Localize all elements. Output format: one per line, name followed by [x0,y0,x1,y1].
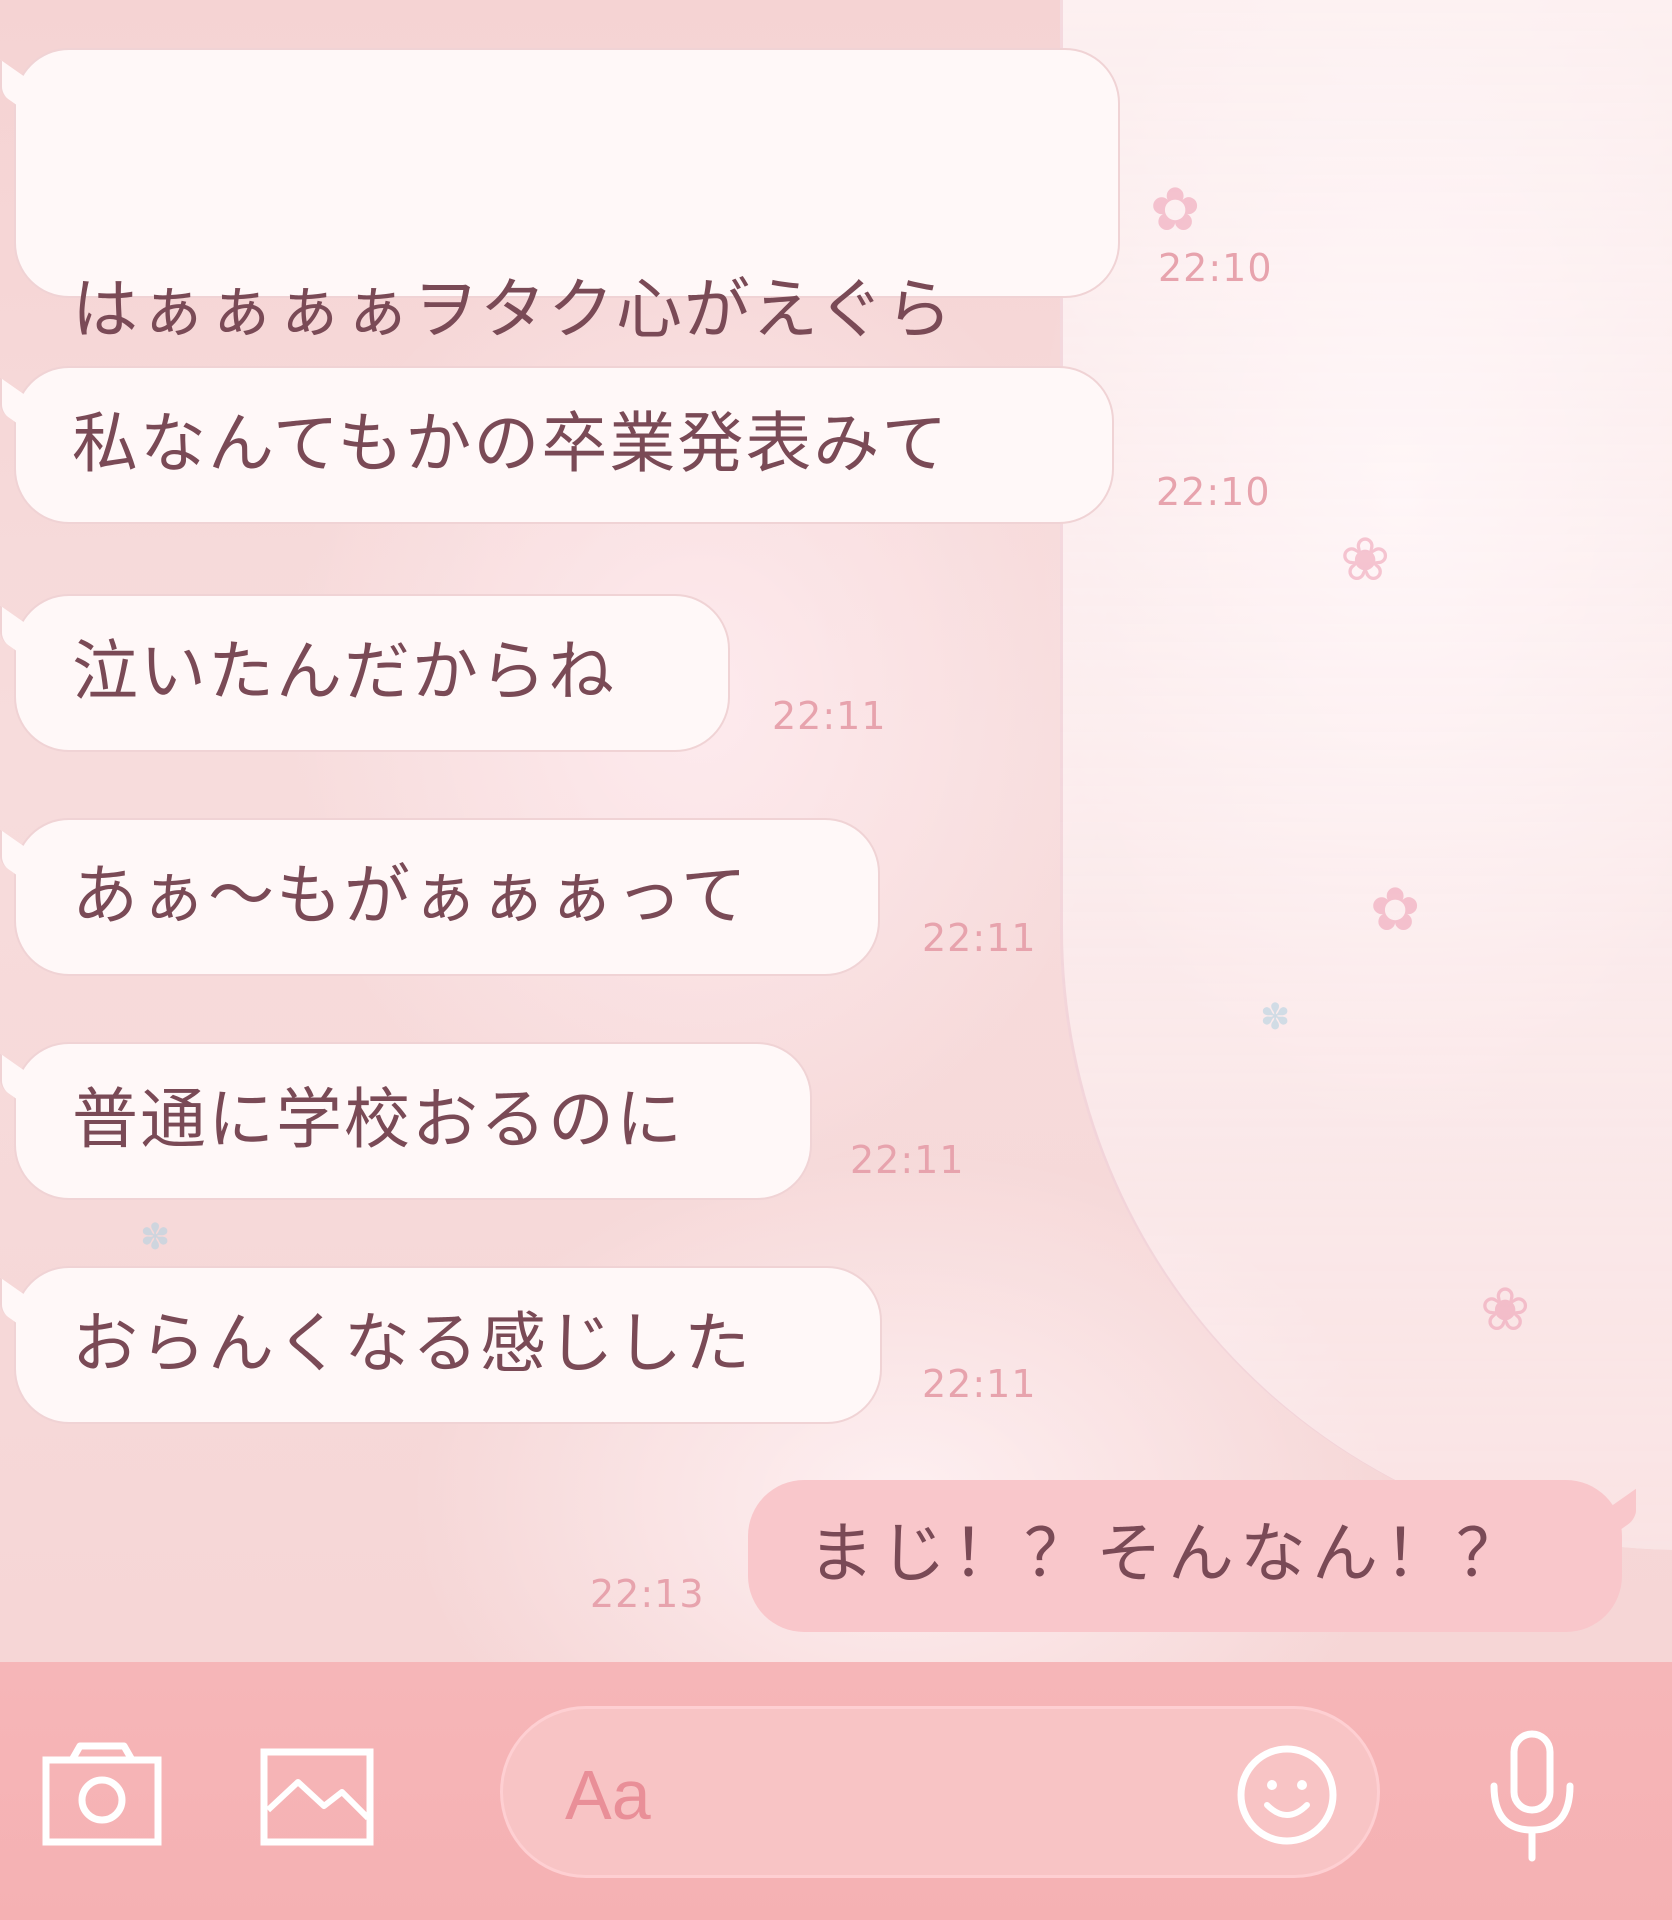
camera-icon[interactable] [42,1742,162,1846]
message-bubble[interactable]: おらんくなる感じした [0,1266,882,1424]
bubble-tail [0,605,36,665]
message-input[interactable]: Aa [500,1706,1380,1878]
my-message-time: 22:13 [590,1572,705,1616]
message-bubble[interactable]: 普通に学校おるのに [0,1042,812,1200]
my-message-text: まじ！？そんなん！？ [808,1515,1528,1592]
flower-decoration: ✽ [140,1217,171,1258]
message-time: 22:11 [850,1138,965,1182]
flower-decoration: ❀ [1340,525,1391,595]
flower-decoration: ✽ [1260,997,1291,1038]
message-bubble[interactable]: はぁぁぁぁヲタク心がえぐら れた [0,48,1120,440]
message-bubble[interactable]: あぁ〜もがぁぁぁって [0,818,880,976]
message-text: あぁ〜もがぁぁぁって [72,857,749,934]
message-time: 22:11 [772,694,887,738]
chat-area[interactable]: ✿ ❀ ✿ ✽ ✽ ❀ はぁぁぁぁヲタク心がえぐら れた 22:10 私なんても… [0,0,1672,1662]
message-time: 22:10 [1156,470,1271,514]
message-text: 泣いたんだからね [72,633,616,710]
bubble-tail [0,1053,36,1113]
flower-decoration: ✿ [1150,175,1201,245]
bubble-tail [0,59,36,119]
message-bubble[interactable]: 泣いたんだからね [0,594,730,752]
bubble-tail [0,1277,36,1337]
input-placeholder: Aa [565,1756,651,1834]
bubble-tail [0,829,36,889]
message-text: おらんくなる感じした [72,1305,752,1382]
message-text: 私なんてもかの卒業発表みて [72,405,950,482]
microphone-icon[interactable] [1484,1730,1580,1862]
flower-decoration: ❀ [1480,1275,1531,1345]
bubble-tail [0,377,36,437]
image-icon[interactable] [260,1748,374,1846]
smiley-icon[interactable] [1235,1743,1339,1847]
flower-decoration: ✿ [1370,875,1421,945]
message-text: 普通に学校おるのに [72,1081,684,1158]
message-time: 22:10 [1158,246,1273,290]
message-bubble[interactable]: 私なんてもかの卒業発表みて [0,366,1114,524]
message-time: 22:11 [922,916,1037,960]
message-time: 22:11 [922,1362,1037,1406]
my-message-bubble[interactable]: まじ！？そんなん！？ [748,1480,1636,1632]
